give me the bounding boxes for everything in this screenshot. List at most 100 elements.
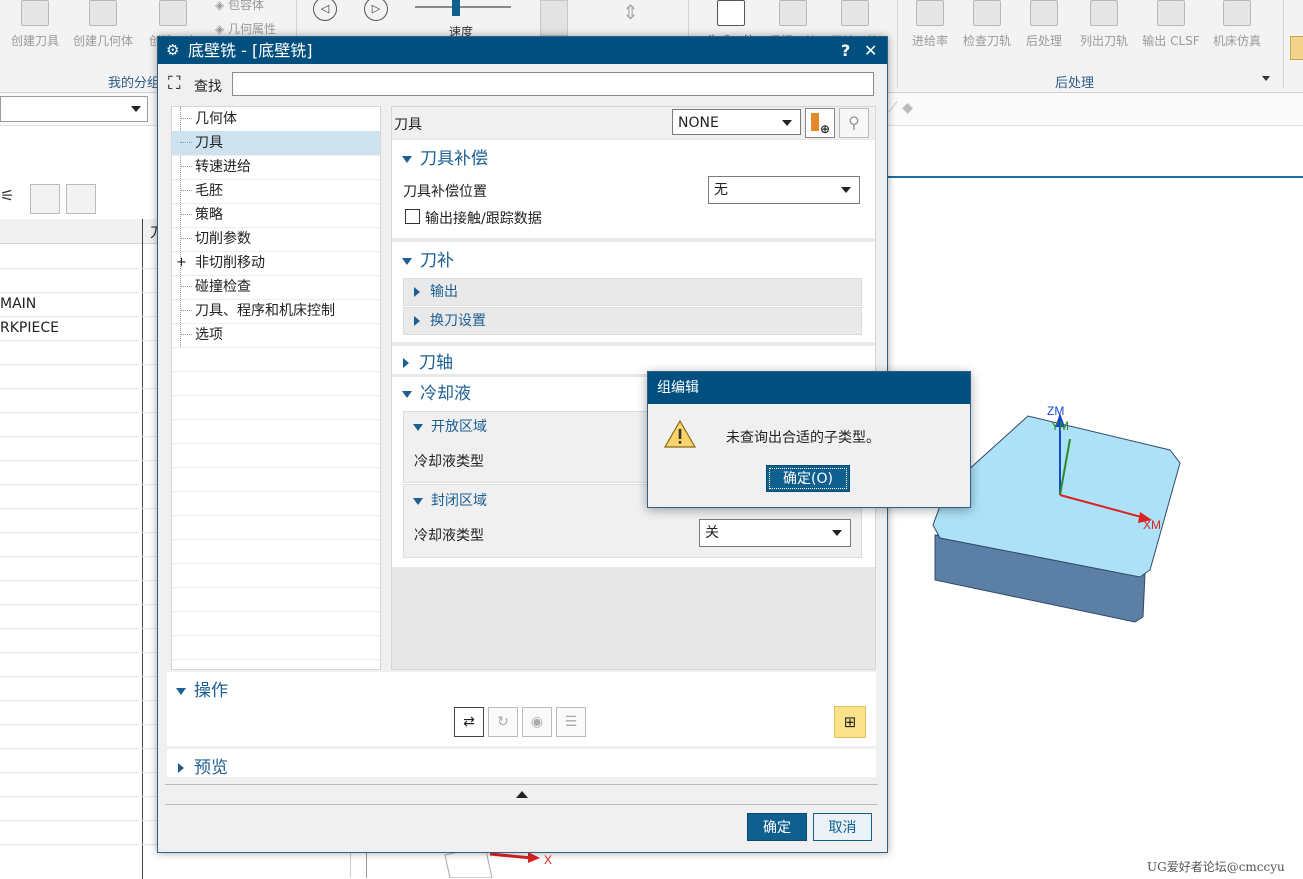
- tool-select[interactable]: NONE: [672, 109, 801, 135]
- tree-empty-row: [172, 467, 380, 492]
- post-process-icon: [1030, 0, 1058, 26]
- list-path-button[interactable]: 列出刀轨: [1071, 0, 1137, 48]
- warning-icon: [664, 419, 696, 448]
- expand-icon: [414, 287, 420, 297]
- tree-item-cut-params[interactable]: 切削参数: [172, 227, 380, 252]
- navigator-delete-icon[interactable]: [66, 184, 96, 214]
- filter-dropdown[interactable]: [0, 96, 148, 122]
- collapse-icon: [176, 687, 186, 695]
- tool-change-header[interactable]: 换刀设置: [403, 307, 862, 335]
- generate-button[interactable]: ⇄: [454, 707, 484, 737]
- close-button[interactable]: ✕: [864, 37, 877, 64]
- verify-button[interactable]: ◉: [522, 707, 552, 737]
- ribbon-separator: [897, 0, 898, 88]
- offset-output-header[interactable]: 输出: [403, 278, 862, 306]
- collapse-up-icon[interactable]: [516, 791, 528, 798]
- output-clsf-button[interactable]: 输出 CLSF: [1137, 0, 1205, 48]
- tree-item-tool[interactable]: 刀具: [172, 131, 380, 156]
- add-operation-button[interactable]: ⊞: [834, 706, 866, 738]
- tool-compensation-section: 刀具补偿 刀具补偿位置 无 输出接触/跟踪数据: [392, 140, 875, 238]
- gear-icon: ⚙: [166, 41, 180, 59]
- ym-label: YM: [1051, 419, 1069, 433]
- replay-button[interactable]: ↻: [488, 707, 518, 737]
- tool-axis-header[interactable]: 刀轴: [403, 348, 453, 373]
- tree-empty-row: [172, 515, 380, 540]
- step-back-icon[interactable]: ◁: [313, 0, 337, 21]
- message-titlebar[interactable]: 组编辑: [648, 372, 970, 404]
- group-label-post: 后处理: [1055, 76, 1095, 91]
- tool-offset-section: 刀补 输出 换刀设置: [392, 242, 875, 342]
- tool-compensation-header[interactable]: 刀具补偿: [402, 144, 488, 169]
- open-coolant-type-label: 冷却液类型: [414, 454, 484, 470]
- check-path-button[interactable]: 检查刀轨: [957, 0, 1017, 48]
- ok-button[interactable]: 确定: [747, 813, 807, 841]
- navigator-tool-icon[interactable]: ⚟: [0, 186, 14, 205]
- tree-item-blank[interactable]: 毛胚: [172, 179, 380, 204]
- ribbon-separator: [1283, 0, 1284, 88]
- help-button[interactable]: ?: [841, 37, 850, 64]
- triad-x-label: X: [544, 853, 552, 867]
- machine-sim-icon: [1223, 0, 1251, 26]
- tree-branch-icon: [180, 118, 192, 119]
- collapse-icon: [413, 423, 423, 431]
- operations-header[interactable]: 操作: [176, 676, 228, 701]
- open-region-header[interactable]: 开放区域: [413, 416, 487, 436]
- tree-branch-icon: [180, 214, 192, 215]
- feed-rate-button[interactable]: 进给率: [903, 0, 957, 48]
- navigator-add-icon[interactable]: [30, 184, 60, 214]
- tool-row: 刀具 NONE ⊕ ⚲: [392, 107, 875, 139]
- tree-empty-row: [172, 587, 380, 612]
- tree-item-strategy[interactable]: 策略: [172, 203, 380, 228]
- machine-sim-button[interactable]: 机床仿真: [1205, 0, 1269, 48]
- geometry-property-item[interactable]: ◈ 几何属性: [215, 20, 276, 37]
- new-tool-icon: [811, 113, 819, 131]
- triad-x-arrow: [528, 852, 540, 863]
- dialog-titlebar[interactable]: ⚙ 底壁铣 - [底壁铣] ? ✕: [158, 37, 887, 64]
- expand-plus-icon[interactable]: +: [176, 251, 187, 275]
- new-tool-button[interactable]: ⊕: [805, 108, 835, 138]
- tool-holder-icon[interactable]: [540, 0, 568, 36]
- bounding-body-item[interactable]: ◈ 包容体: [215, 0, 264, 13]
- tree-branch-icon: [180, 238, 192, 239]
- dialog-divider: [165, 784, 878, 785]
- comp-position-select[interactable]: 无: [708, 176, 860, 204]
- preview-header[interactable]: 预览: [178, 753, 228, 778]
- speed-slider[interactable]: [415, 6, 511, 8]
- message-ok-button[interactable]: 确定(O): [766, 465, 850, 492]
- tool-adjust-icon[interactable]: ⇕: [622, 0, 652, 34]
- edit-tool-button[interactable]: ⚲: [839, 108, 869, 138]
- closed-region-header[interactable]: 封闭区域: [413, 490, 487, 510]
- step-forward-icon[interactable]: ▷: [364, 0, 388, 21]
- ribbon-expand-icon[interactable]: [1262, 76, 1270, 81]
- snap-icon[interactable]: ⟋ ◆: [888, 100, 913, 116]
- tool-offset-header[interactable]: 刀补: [402, 246, 454, 271]
- chevron-down-icon: [841, 187, 851, 193]
- tree-item-speed-feed[interactable]: 转速进给: [172, 155, 380, 180]
- tree-item-non-cut-moves[interactable]: + 非切削移动: [172, 251, 380, 276]
- cancel-button[interactable]: 取消: [813, 813, 872, 841]
- tree-item-collision[interactable]: 碰撞检查: [172, 275, 380, 300]
- verify-path-icon: [841, 0, 869, 26]
- generate-path-icon: [717, 0, 745, 26]
- speed-slider-handle[interactable]: [452, 0, 460, 16]
- create-geometry-button[interactable]: 创建几何体: [70, 0, 136, 48]
- create-tool-button[interactable]: 创建刀具: [2, 0, 68, 48]
- output-contact-checkbox[interactable]: [405, 209, 420, 224]
- search-input[interactable]: [232, 72, 874, 96]
- list-button[interactable]: ☰: [556, 707, 586, 737]
- chevron-down-icon: [131, 106, 141, 112]
- group-edit-message-box: 组编辑 未查询出合适的子类型。 确定(O): [647, 371, 971, 508]
- closed-coolant-type-select[interactable]: 关: [699, 519, 851, 547]
- triad-x-axis: [489, 852, 533, 860]
- side-tool-icon[interactable]: [1290, 36, 1303, 60]
- post-process-button[interactable]: 后处理: [1017, 0, 1071, 48]
- create-tool-icon: [21, 0, 49, 26]
- create-operation-icon: [159, 0, 187, 26]
- tree-item-geometry[interactable]: 几何体: [172, 107, 380, 132]
- tree-branch-icon: [180, 190, 192, 191]
- coolant-header[interactable]: 冷却液: [402, 379, 471, 404]
- tree-item-options[interactable]: 选项: [172, 323, 380, 348]
- tree-empty-row: [172, 635, 380, 660]
- output-contact-label: 输出接触/跟踪数据: [425, 211, 542, 227]
- tree-item-machine-control[interactable]: 刀具、程序和机床控制: [172, 299, 380, 324]
